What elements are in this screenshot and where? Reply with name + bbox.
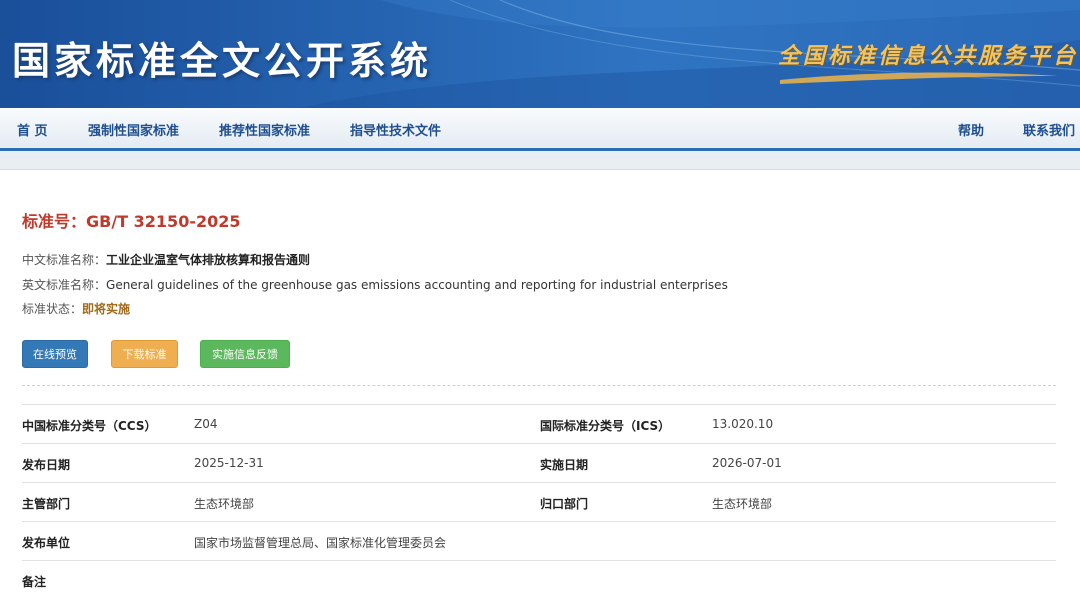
nav-help[interactable]: 帮助 [958,120,984,139]
section-divider [22,385,1056,386]
download-standard-button[interactable]: 下载标准 [111,340,178,368]
status-value: 即将实施 [82,302,131,316]
nav-recommended-standards[interactable]: 推荐性国家标准 [219,120,310,139]
publish-date-value: 2025-12-31 [194,456,264,470]
site-title: 国家标准全文公开系统 [12,39,433,83]
ics-value: 13.020.10 [712,417,774,431]
status-label: 标准状态： [22,302,83,316]
main-nav: 首 页 强制性国家标准 推荐性国家标准 指导性技术文件 帮助 联系我们 [0,108,1080,151]
nav-home[interactable]: 首 页 [17,120,48,139]
en-name-row: 英文标准名称：General guidelines of the greenho… [22,276,728,293]
ics-label: 国际标准分类号（ICS） [540,419,671,433]
table-row: 发布日期 2025-12-31 实施日期 2026-07-01 [22,444,1056,483]
issuer-value: 国家市场监督管理总局、国家标准化管理委员会 [194,536,447,550]
standard-number: 标准号：GB/T 32150-2025 [22,212,241,231]
nav-guidance-documents[interactable]: 指导性技术文件 [350,120,441,139]
implement-date-value: 2026-07-01 [712,456,782,470]
cn-name-label: 中文标准名称： [22,253,107,267]
publish-date-label: 发布日期 [22,458,71,472]
en-name-label: 英文标准名称： [22,278,107,292]
ccs-value: Z04 [194,417,218,431]
platform-slogan: 全国标准信息公共服务平台 [778,43,1079,69]
nav-contact-us[interactable]: 联系我们 [1023,120,1075,139]
table-row: 主管部门 生态环境部 归口部门 生态环境部 [22,483,1056,522]
department-value: 生态环境部 [194,497,255,511]
implementation-feedback-button[interactable]: 实施信息反馈 [200,340,290,368]
header-banner: 国家标准全文公开系统 全国标准信息公共服务平台 [0,0,1080,108]
table-row: 发布单位 国家市场监督管理总局、国家标准化管理委员会 [22,522,1056,561]
centralized-dept-label: 归口部门 [540,497,589,511]
ccs-label: 中国标准分类号（CCS） [22,419,157,433]
department-label: 主管部门 [22,497,71,511]
status-row: 标准状态：即将实施 [22,300,130,317]
online-preview-button[interactable]: 在线预览 [22,340,88,368]
implement-date-label: 实施日期 [540,458,589,472]
cn-name-row: 中文标准名称：工业企业温室气体排放核算和报告通则 [22,251,310,268]
remark-label: 备注 [22,575,47,589]
cn-name-value: 工业企业温室气体排放核算和报告通则 [106,253,311,267]
nav-divider-strip [0,151,1080,170]
nav-mandatory-standards[interactable]: 强制性国家标准 [88,120,179,139]
details-table: 中国标准分类号（CCS） Z04 国际标准分类号（ICS） 13.020.10 … [22,404,1056,599]
table-row: 中国标准分类号（CCS） Z04 国际标准分类号（ICS） 13.020.10 [22,405,1056,444]
issuer-label: 发布单位 [22,536,71,550]
table-row: 备注 [22,561,1056,599]
slogan-swoosh-decoration [780,72,1058,84]
centralized-dept-value: 生态环境部 [712,497,773,511]
en-name-value: General guidelines of the greenhouse gas… [106,278,728,292]
